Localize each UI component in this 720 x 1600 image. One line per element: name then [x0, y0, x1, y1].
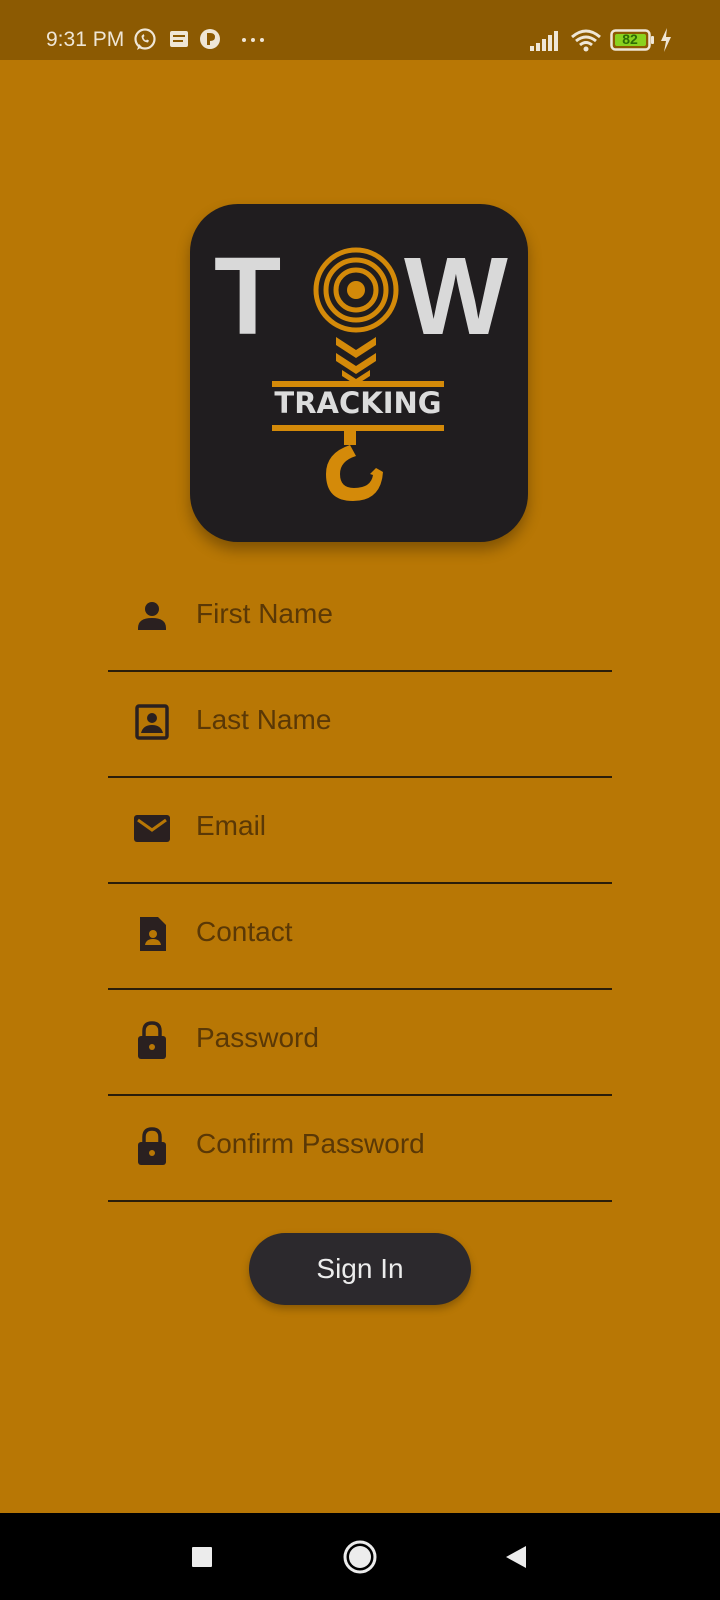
battery-level: 82 [622, 31, 638, 47]
navigation-bar [0, 1513, 720, 1600]
logo-chevron-icon [336, 337, 376, 385]
last-name-field-row [108, 672, 612, 778]
app-logo: T W TRACKING [190, 204, 528, 542]
person-icon [138, 602, 166, 630]
last-name-input[interactable] [196, 698, 596, 742]
logo-bottom-bar [272, 425, 444, 431]
signal-icon [530, 31, 558, 51]
wifi-icon [571, 29, 601, 52]
confirm-password-input[interactable] [196, 1122, 596, 1166]
contact-box-icon [135, 704, 169, 740]
logo-subtitle: TRACKING [274, 386, 442, 420]
contact-field-row [108, 884, 612, 990]
sign-in-button[interactable]: Sign In [249, 1233, 471, 1305]
signup-form [108, 566, 612, 1202]
first-name-field-row [108, 566, 612, 672]
logo-letter-t: T [214, 235, 282, 358]
charging-bolt-icon [661, 28, 671, 52]
status-bar: 9:31 PM 82 [0, 0, 720, 60]
status-time: 9:31 PM [46, 28, 125, 51]
lock-icon [138, 1021, 166, 1059]
whatsapp-icon [134, 28, 156, 50]
email-field-row [108, 778, 612, 884]
contact-input[interactable] [196, 910, 596, 954]
lock-icon [138, 1127, 166, 1165]
notification-icons [134, 28, 264, 50]
password-field-row [108, 990, 612, 1096]
contact-card-icon [140, 917, 166, 951]
mail-icon [134, 815, 170, 842]
back-triangle-icon[interactable] [494, 1535, 538, 1579]
app-icon [200, 29, 220, 49]
first-name-input[interactable] [196, 592, 596, 636]
password-input[interactable] [196, 1016, 596, 1060]
logo-target-icon [313, 247, 399, 333]
recents-square-icon[interactable] [180, 1535, 224, 1579]
logo-hook-icon [326, 431, 383, 501]
email-input[interactable] [196, 804, 596, 848]
message-icon [170, 31, 188, 47]
status-right-icons [530, 28, 671, 52]
logo-letter-w: W [404, 235, 508, 358]
more-dots-icon [242, 38, 264, 42]
confirm-password-field-row [108, 1096, 612, 1202]
home-circle-icon[interactable] [338, 1535, 382, 1579]
